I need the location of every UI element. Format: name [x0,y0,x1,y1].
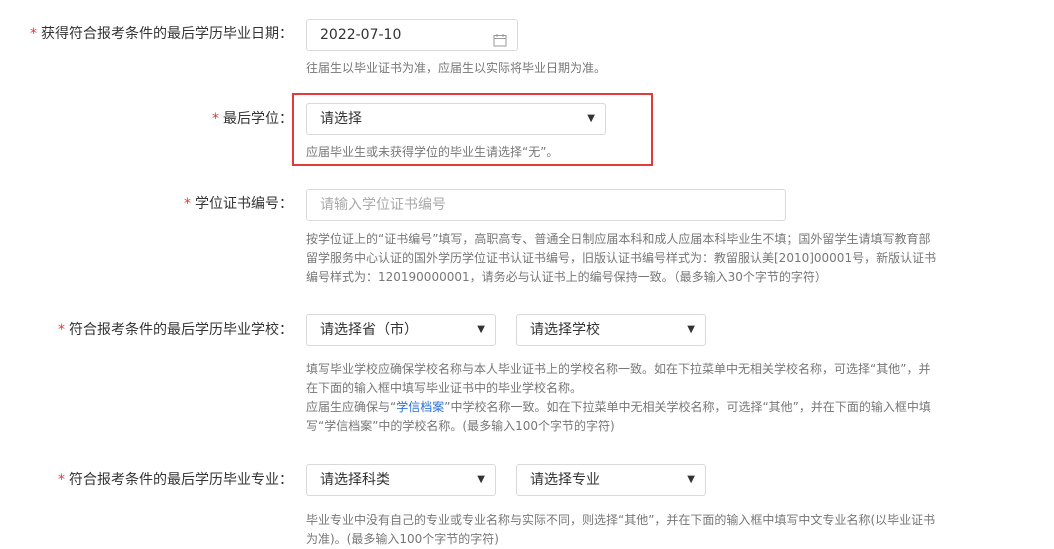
required-mark: * [30,26,37,42]
degree-label: * 最后学位： [212,111,293,127]
degree-cert-label: * 学位证书编号： [184,196,293,212]
chevron-down-icon: ▼ [687,474,695,485]
school-select[interactable]: 请选择学校 ▼ [516,314,706,346]
degree-cert-input[interactable]: 请输入学位证书编号 [306,189,786,221]
chevron-down-icon: ▼ [587,113,595,124]
school-label: * 符合报考条件的最后学历毕业学校： [58,322,293,338]
degree-hint: 应届毕业生或未获得学位的毕业生请选择“无”。 [306,145,559,159]
required-mark: * [58,472,65,488]
school-hint: 填写毕业学校应确保学校名称与本人毕业证书上的学校名称一致。如在下拉菜单中无相关学… [306,362,931,433]
grad-date-hint: 往届生以毕业证书为准，应届生以实际将毕业日期为准。 [306,61,607,75]
calendar-icon[interactable] [493,28,507,58]
category-select[interactable]: 请选择科类 ▼ [306,464,496,496]
xuexin-link[interactable]: 学信档案 [396,400,444,414]
major-hint: 毕业专业中没有自己的专业或专业名称与实际不同，则选择“其他”，并在下面的输入框中… [306,513,936,546]
required-mark: * [184,196,191,212]
required-mark: * [58,322,65,338]
chevron-down-icon: ▼ [477,474,485,485]
province-select[interactable]: 请选择省（市） ▼ [306,314,496,346]
major-select[interactable]: 请选择专业 ▼ [516,464,706,496]
chevron-down-icon: ▼ [477,324,485,335]
degree-cert-hint: 按学位证上的“证书编号”填写，高职高专、普通全日制应届本科和成人应届本科毕业生不… [306,232,937,284]
degree-select[interactable]: 请选择 ▼ [306,103,606,135]
required-mark: * [212,111,219,127]
grad-date-label: * 获得符合报考条件的最后学历毕业日期： [30,26,293,42]
chevron-down-icon: ▼ [687,324,695,335]
major-label: * 符合报考条件的最后学历毕业专业： [58,472,293,488]
grad-date-input[interactable]: 2022-07-10 [306,19,518,51]
